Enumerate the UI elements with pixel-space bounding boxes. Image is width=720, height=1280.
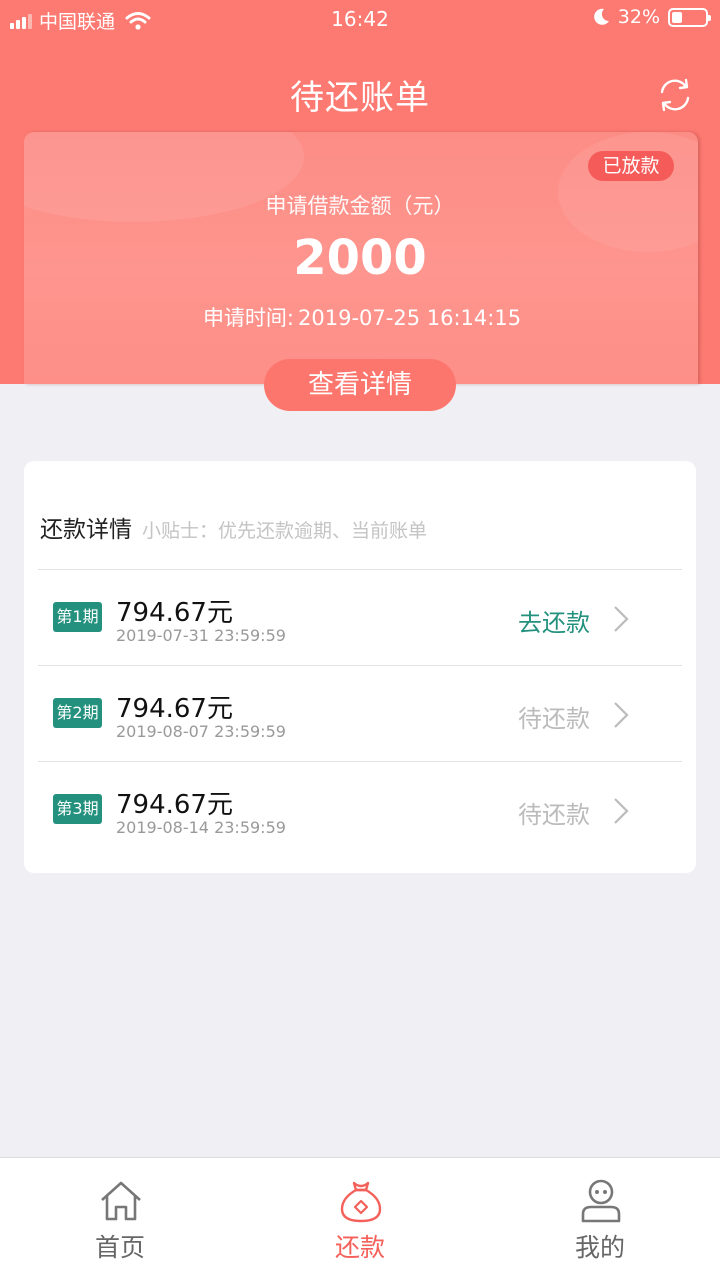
tab-home[interactable]: 首页 (0, 1158, 240, 1280)
bottom-tab-bar: 首页 还款 我的 (0, 1157, 720, 1280)
period-badge: 第2期 (53, 698, 102, 728)
installment-status: 待还款 (518, 801, 590, 829)
profile-icon (581, 1179, 621, 1223)
home-icon (101, 1181, 141, 1221)
money-bag-icon (340, 1181, 382, 1223)
installment-row[interactable]: 第1期 794.67元 2019-07-31 23:59:59 去还款 (38, 569, 682, 665)
installment-row[interactable]: 第3期 794.67元 2019-08-14 23:59:59 待还款 (38, 761, 682, 857)
tab-profile-label: 我的 (574, 1233, 625, 1262)
tab-home-label: 首页 (94, 1233, 145, 1262)
installment-row[interactable]: 第2期 794.67元 2019-08-07 23:59:59 待还款 (38, 665, 682, 761)
loan-amount-label: 申请借款金额（元） (265, 194, 455, 218)
repay-now-button[interactable]: 去还款 (518, 603, 590, 638)
battery-percent: 32% (617, 6, 660, 28)
installment-due-date: 2019-08-14 23:59:59 (116, 818, 286, 837)
refresh-icon[interactable] (656, 76, 694, 114)
loan-amount: 2000 (293, 230, 427, 286)
moon-icon (593, 8, 609, 25)
installment-status: 待还款 (518, 705, 590, 733)
view-details-button[interactable]: 查看详情 (264, 359, 456, 411)
installment-due-date: 2019-07-31 23:59:59 (116, 626, 286, 645)
status-bar: 中国联通 16:42 32% (0, 0, 720, 40)
period-badge: 第1期 (53, 602, 102, 632)
chevron-right-icon (614, 702, 629, 728)
loan-time-label: 申请时间: (202, 306, 295, 330)
repayment-title: 还款详情 (40, 517, 132, 543)
tab-repay[interactable]: 还款 (240, 1158, 480, 1280)
installment-amount: 794.67元 (116, 694, 233, 724)
period-badge: 第3期 (53, 794, 102, 824)
loan-time-value: 2019-07-25 16:14:15 (298, 306, 522, 330)
page-title: 待还账单 (290, 78, 430, 118)
tab-repay-label: 还款 (334, 1233, 385, 1262)
loan-apply-time: 申请时间: 2019-07-25 16:14:15 (0, 302, 720, 332)
repayment-tip: 小贴士：优先还款逾期、当前账单 (142, 520, 428, 542)
tab-profile[interactable]: 我的 (480, 1158, 720, 1280)
chevron-right-icon (614, 798, 629, 824)
repayment-card: 还款详情 小贴士：优先还款逾期、当前账单 第1期 794.67元 2019-07… (24, 461, 696, 873)
loan-status-badge: 已放款 (588, 151, 674, 181)
installment-amount: 794.67元 (116, 598, 233, 628)
chevron-right-icon (614, 606, 629, 632)
installment-due-date: 2019-08-07 23:59:59 (116, 722, 286, 741)
installment-amount: 794.67元 (116, 790, 233, 820)
battery-icon (668, 7, 711, 27)
